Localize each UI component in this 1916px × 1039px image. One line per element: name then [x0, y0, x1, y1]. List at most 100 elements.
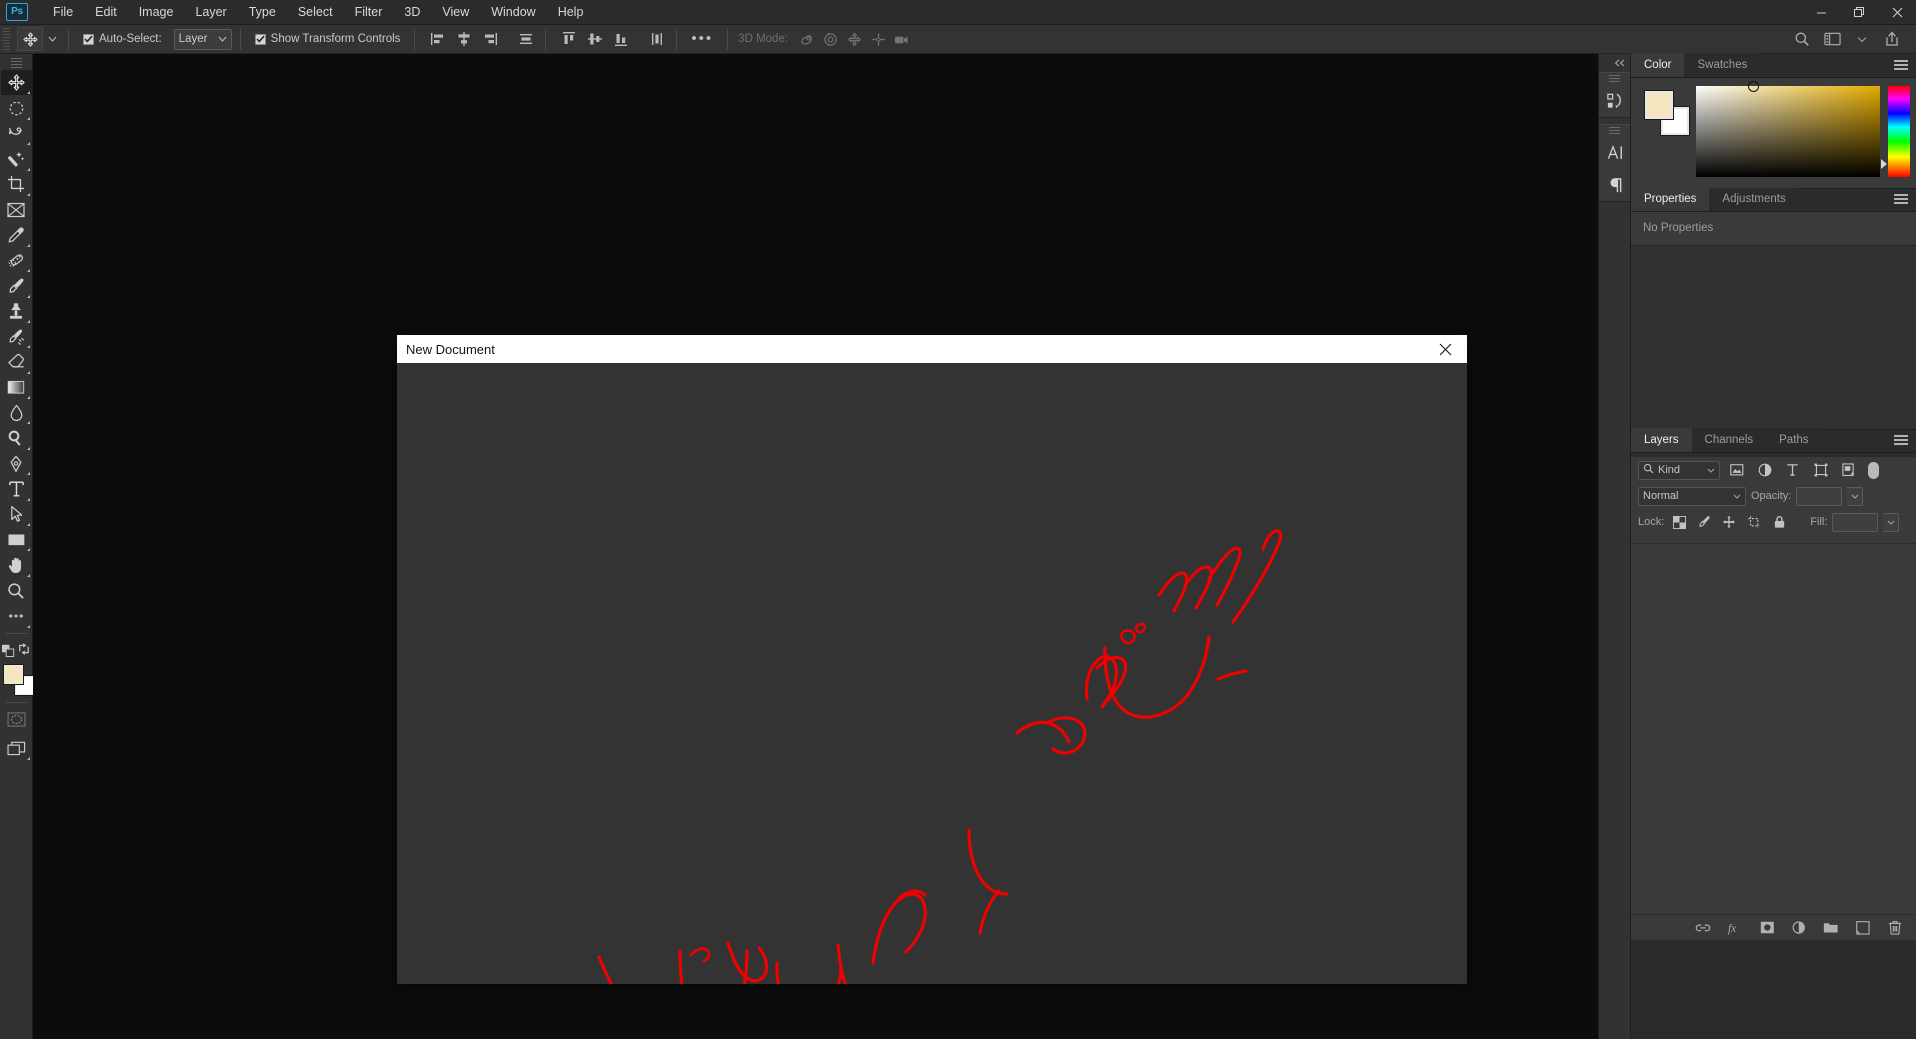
align-horizontal-centers-icon[interactable] — [453, 28, 475, 50]
slide-3d-icon[interactable] — [866, 28, 890, 50]
orbit-3d-icon[interactable] — [794, 28, 818, 50]
color-picker-field[interactable] — [1696, 81, 1881, 177]
workspace-icon[interactable] — [1818, 27, 1846, 51]
dialog-title-bar[interactable]: New Document — [397, 335, 1467, 363]
tool-magic-wand[interactable] — [1, 146, 32, 171]
tool-crop[interactable] — [1, 172, 32, 197]
filter-adjustment-icon[interactable] — [1753, 460, 1776, 481]
show-transform-check-icon[interactable] — [254, 33, 266, 45]
tool-clone-stamp[interactable] — [1, 299, 32, 324]
hue-slider[interactable] — [1881, 86, 1910, 177]
filter-type-icon[interactable] — [1781, 460, 1804, 481]
auto-select-check-icon[interactable] — [83, 33, 94, 45]
tool-brush[interactable] — [1, 273, 32, 298]
align-vertical-centers-icon[interactable] — [584, 28, 606, 50]
blend-mode-dropdown[interactable]: Normal — [1638, 486, 1746, 506]
filter-smart-object-icon[interactable] — [1837, 460, 1860, 481]
properties-panel-menu-icon[interactable] — [1886, 187, 1916, 211]
camera-3d-icon[interactable] — [890, 28, 914, 50]
layer-mask-icon[interactable] — [1758, 918, 1776, 938]
align-right-edges-icon[interactable] — [479, 28, 501, 50]
menu-3d[interactable]: 3D — [393, 2, 431, 22]
close-button[interactable] — [1878, 0, 1916, 25]
lock-all-icon[interactable] — [1769, 512, 1789, 532]
align-left-edges-icon[interactable] — [427, 28, 449, 50]
tool-eyedropper[interactable] — [1, 222, 32, 247]
filter-pixel-icon[interactable] — [1725, 460, 1748, 481]
search-icon[interactable] — [1788, 27, 1816, 51]
tab-paths[interactable]: Paths — [1766, 428, 1822, 452]
layer-style-icon[interactable]: fx — [1726, 918, 1744, 938]
show-transform-controls-checkbox[interactable]: Show Transform Controls — [254, 33, 407, 45]
chevron-down-icon[interactable] — [1848, 27, 1876, 51]
foreground-color-swatch[interactable] — [3, 664, 23, 684]
distribute-horizontally-icon[interactable] — [515, 28, 537, 50]
new-group-icon[interactable] — [1822, 918, 1840, 938]
tool-frame[interactable] — [1, 197, 32, 222]
tool-zoom[interactable] — [1, 578, 32, 603]
align-bottom-edges-icon[interactable] — [610, 28, 632, 50]
menu-layer[interactable]: Layer — [184, 2, 237, 22]
lock-position-icon[interactable] — [1719, 512, 1739, 532]
minimize-button[interactable] — [1802, 0, 1840, 25]
menu-type[interactable]: Type — [238, 2, 287, 22]
tab-color[interactable]: Color — [1631, 53, 1685, 77]
color-panel-menu-icon[interactable] — [1886, 53, 1916, 77]
lock-image-pixels-icon[interactable] — [1694, 512, 1714, 532]
tool-elliptical-marquee[interactable] — [1, 95, 32, 120]
align-top-edges-icon[interactable] — [558, 28, 580, 50]
tool-lasso[interactable] — [1, 121, 32, 146]
history-icon[interactable] — [1599, 85, 1632, 117]
color-panel-swatches[interactable] — [1645, 91, 1689, 135]
tab-layers[interactable]: Layers — [1631, 428, 1692, 452]
hue-slider-handle[interactable] — [1881, 159, 1888, 169]
tool-spot-healing-brush[interactable] — [1, 248, 32, 273]
rail-grip[interactable] — [1609, 75, 1620, 84]
menu-image[interactable]: Image — [128, 2, 185, 22]
new-fill-adjustment-icon[interactable] — [1790, 918, 1808, 938]
tool-gradient[interactable] — [1, 375, 32, 400]
tools-panel-grip[interactable] — [10, 58, 22, 68]
tool-path-selection[interactable] — [1, 502, 32, 527]
filter-enable-toggle[interactable] — [1868, 461, 1879, 479]
menu-help[interactable]: Help — [547, 2, 595, 22]
collapse-panels-button[interactable] — [1599, 54, 1630, 72]
tool-type[interactable] — [1, 476, 32, 501]
layer-filter-kind-dropdown[interactable]: Kind — [1638, 460, 1720, 480]
auto-select-checkbox[interactable]: Auto-Select: — [83, 33, 168, 45]
screen-mode-button[interactable] — [1, 736, 32, 761]
share-icon[interactable] — [1878, 27, 1906, 51]
opacity-stepper-chevron-down-icon[interactable] — [1847, 486, 1864, 506]
lock-transparent-pixels-icon[interactable] — [1669, 512, 1689, 532]
tool-edit-toolbar[interactable] — [1, 603, 32, 628]
menu-file[interactable]: File — [42, 2, 84, 22]
pan-3d-icon[interactable] — [842, 28, 866, 50]
tool-rectangle[interactable] — [1, 527, 32, 552]
dialog-body[interactable] — [397, 363, 1467, 984]
layers-list[interactable] — [1631, 543, 1916, 914]
color-picker-cursor[interactable] — [1748, 81, 1760, 92]
options-bar-grip[interactable] — [2, 28, 11, 50]
tool-eraser[interactable] — [1, 349, 32, 374]
link-layers-icon[interactable] — [1694, 918, 1712, 938]
fill-stepper-chevron-down-icon[interactable] — [1883, 512, 1900, 532]
menu-filter[interactable]: Filter — [344, 2, 394, 22]
document-canvas-area[interactable]: New Document — [33, 54, 1631, 1039]
tab-swatches[interactable]: Swatches — [1684, 53, 1761, 77]
tool-blur[interactable] — [1, 400, 32, 425]
roll-3d-icon[interactable] — [818, 28, 842, 50]
menu-window[interactable]: Window — [480, 2, 546, 22]
tool-dodge[interactable] — [1, 425, 32, 450]
tab-adjustments[interactable]: Adjustments — [1709, 187, 1799, 211]
tab-channels[interactable]: Channels — [1691, 428, 1767, 452]
fill-input[interactable] — [1832, 512, 1879, 532]
color-panel-foreground-swatch[interactable] — [1645, 91, 1673, 119]
more-align-options-button[interactable]: ••• — [685, 31, 719, 46]
tool-pen[interactable] — [1, 451, 32, 476]
layers-panel-menu-icon[interactable] — [1886, 428, 1916, 452]
color-swatches[interactable] — [1, 664, 34, 698]
tool-history-brush[interactable] — [1, 324, 32, 349]
lock-artboard-icon[interactable] — [1744, 512, 1764, 532]
menu-select[interactable]: Select — [287, 2, 344, 22]
distribute-vertically-icon[interactable] — [646, 28, 668, 50]
